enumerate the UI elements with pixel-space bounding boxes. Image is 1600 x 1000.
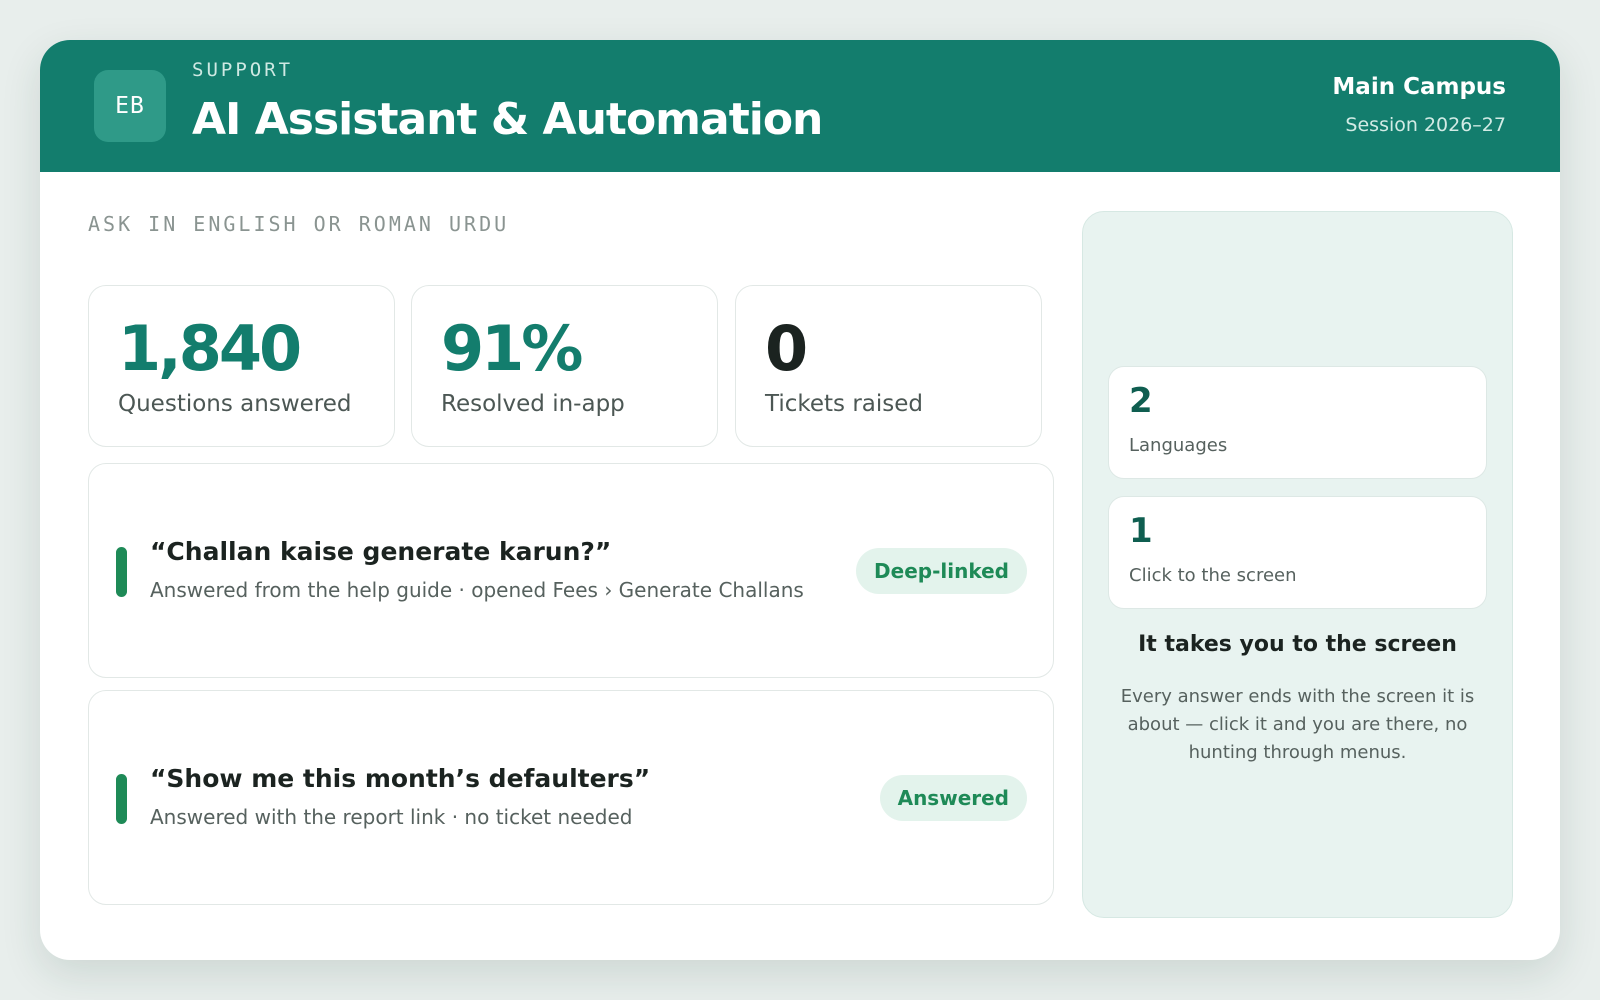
status-badge-deep-linked: Deep-linked (856, 548, 1027, 594)
question-card-defaulters[interactable]: “Show me this month’s defaulters” Answer… (88, 690, 1054, 905)
accent-bar (116, 774, 127, 824)
stat-card-questions-answered: 1,840 Questions answered (88, 285, 395, 447)
org-logo: EB (94, 70, 166, 142)
stat-label: Tickets raised (765, 391, 924, 417)
question-text: “Show me this month’s defaulters” (150, 764, 651, 793)
campus-name: Main Campus (1332, 74, 1506, 100)
side-stat-value: 1 (1129, 511, 1153, 551)
stat-value: 91% (441, 312, 583, 385)
header-eyebrow: SUPPORT (192, 59, 294, 81)
page-title: AI Assistant & Automation (192, 94, 823, 145)
section-label: ASK IN ENGLISH OR ROMAN URDU (88, 212, 510, 236)
session-label: Session 2026–27 (1345, 114, 1506, 136)
side-stat-languages: 2 Languages (1108, 366, 1487, 479)
side-stat-label: Languages (1129, 435, 1228, 456)
question-card-challan[interactable]: “Challan kaise generate karun?” Answered… (88, 463, 1054, 678)
stat-label: Questions answered (118, 391, 352, 417)
answer-detail: Answered with the report link · no ticke… (150, 805, 633, 829)
side-panel: 2 Languages 1 Click to the screen It tak… (1082, 211, 1513, 918)
accent-bar (116, 547, 127, 597)
side-stat-label: Click to the screen (1129, 565, 1297, 586)
status-badge-answered: Answered (879, 775, 1027, 821)
stat-value: 1,840 (118, 312, 302, 385)
side-stat-click-to-screen: 1 Click to the screen (1108, 496, 1487, 609)
side-panel-title: It takes you to the screen (1138, 632, 1457, 657)
question-text: “Challan kaise generate karun?” (150, 537, 612, 566)
stat-label: Resolved in-app (441, 391, 625, 417)
stat-card-resolved-in-app: 91% Resolved in-app (411, 285, 718, 447)
assistant-card: EB SUPPORT AI Assistant & Automation Mai… (40, 40, 1560, 960)
answer-detail: Answered from the help guide · opened Fe… (150, 578, 804, 602)
stat-value: 0 (765, 312, 808, 385)
header-bar: EB SUPPORT AI Assistant & Automation Mai… (40, 40, 1560, 172)
side-panel-body: Every answer ends with the screen it is … (1120, 686, 1475, 763)
stat-card-tickets-raised: 0 Tickets raised (735, 285, 1042, 447)
side-stat-value: 2 (1129, 381, 1153, 421)
